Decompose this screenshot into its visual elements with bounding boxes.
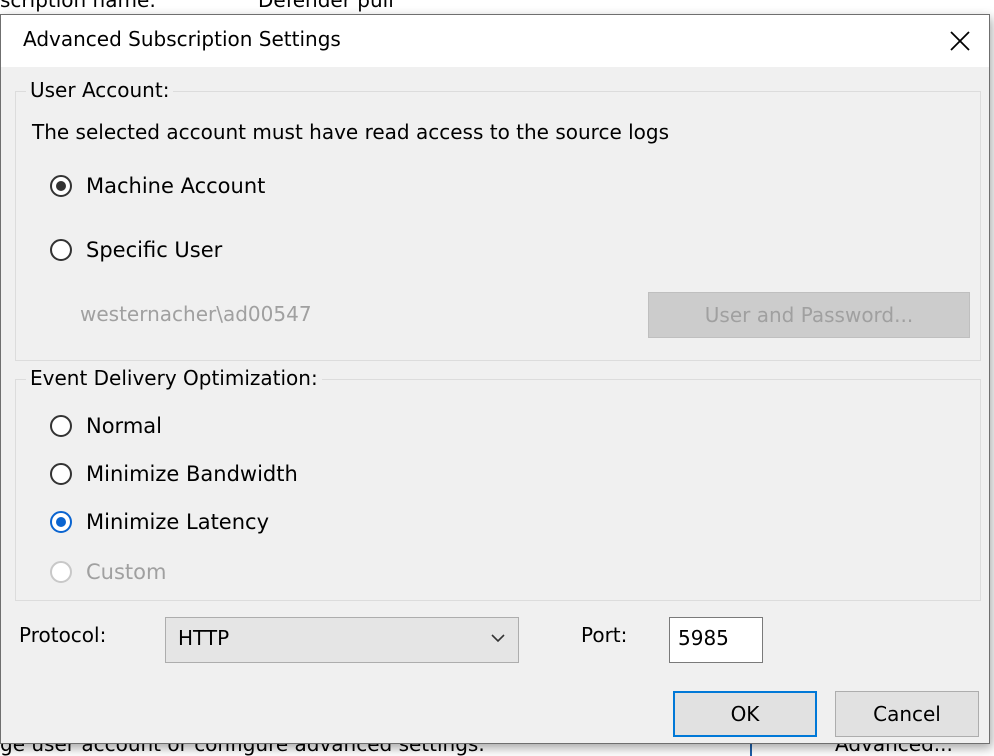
radio-minimize-bandwidth-label: Minimize Bandwidth <box>86 462 298 486</box>
chevron-down-icon <box>491 634 505 643</box>
close-icon <box>950 31 970 51</box>
user-account-group: User Account: The selected account must … <box>15 78 981 361</box>
radio-button-disabled[interactable] <box>50 561 72 583</box>
dialog-title: Advanced Subscription Settings <box>23 27 341 51</box>
user-account-legend: User Account: <box>26 78 174 102</box>
advanced-subscription-settings-dialog: Advanced Subscription Settings User Acco… <box>0 14 990 744</box>
radio-custom-label: Custom <box>86 560 167 584</box>
cancel-button[interactable]: Cancel <box>835 691 979 737</box>
radio-normal[interactable]: Normal <box>50 414 162 438</box>
radio-button[interactable] <box>50 463 72 485</box>
radio-machine-account-label: Machine Account <box>86 174 266 198</box>
protocol-label: Protocol: <box>19 623 107 647</box>
radio-button[interactable] <box>50 239 72 261</box>
bg-divider <box>750 744 752 756</box>
radio-specific-user-label: Specific User <box>86 238 223 262</box>
protocol-select-value: HTTP <box>178 626 230 650</box>
username-display: westernacher\ad00547 <box>80 302 312 326</box>
event-delivery-legend: Event Delivery Optimization: <box>26 366 322 390</box>
radio-custom[interactable]: Custom <box>50 560 166 584</box>
port-label: Port: <box>581 623 628 647</box>
radio-normal-label: Normal <box>86 414 162 438</box>
radio-specific-user[interactable]: Specific User <box>50 238 222 262</box>
radio-machine-account[interactable]: Machine Account <box>50 174 265 198</box>
radio-minimize-latency-label: Minimize Latency <box>86 510 270 534</box>
protocol-select[interactable]: HTTP <box>165 617 519 663</box>
radio-minimize-bandwidth[interactable]: Minimize Bandwidth <box>50 462 298 486</box>
user-account-description: The selected account must have read acce… <box>32 120 670 144</box>
port-input[interactable]: 5985 <box>669 617 763 663</box>
dialog-titlebar: Advanced Subscription Settings <box>1 15 989 67</box>
radio-minimize-latency[interactable]: Minimize Latency <box>50 510 269 534</box>
bg-subscription-name-value: Defender pull <box>258 0 394 12</box>
user-and-password-button[interactable]: User and Password... <box>648 292 970 338</box>
close-button[interactable] <box>931 15 989 67</box>
radio-button[interactable] <box>50 415 72 437</box>
radio-button-selected[interactable] <box>50 511 72 533</box>
radio-button-selected[interactable] <box>50 175 72 197</box>
bg-subscription-name-label: scription name: <box>0 0 157 12</box>
ok-button[interactable]: OK <box>673 691 817 737</box>
event-delivery-group: Event Delivery Optimization: Normal Mini… <box>15 366 981 601</box>
